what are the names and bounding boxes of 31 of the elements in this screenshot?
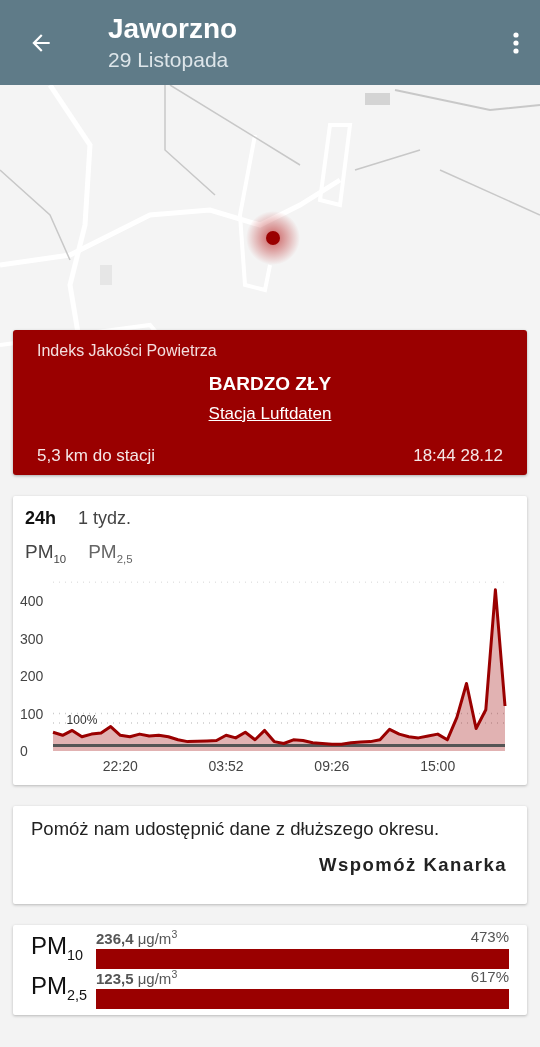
more-icon xyxy=(512,30,520,55)
screen-title: Jaworzno xyxy=(108,11,238,46)
pollutant-name: PM$_{10}$ xyxy=(31,932,84,965)
y-axis-label: 300 xyxy=(20,630,44,647)
x-axis-label: 09:26 xyxy=(314,757,350,774)
y-axis-label: 100 xyxy=(20,705,44,722)
x-axis-label: 22:20 xyxy=(102,757,138,774)
y-axis-label: 0 xyxy=(20,742,28,759)
location-marker-icon xyxy=(246,211,300,265)
norm-percent: 473% xyxy=(470,928,509,947)
index-heading: Indeks Jakości Powietrza xyxy=(37,342,217,360)
measurement-time: 18:44 28.12 xyxy=(413,446,503,466)
support-button[interactable]: Wspomóż Kanarka xyxy=(319,854,507,876)
screen-subtitle: 29 Listopada xyxy=(108,46,230,73)
pollutant-name: PM$_{2,5}$ xyxy=(31,972,88,1005)
x-axis-label: 03:52 xyxy=(208,757,244,774)
station-link[interactable]: Stacja Luftdaten xyxy=(208,404,332,424)
y-axis-label: 400 xyxy=(20,592,44,609)
range-tab[interactable]: 1 tydz. xyxy=(78,508,132,529)
concentration-value: 123,5 μg/m$^{3}$ xyxy=(96,968,178,987)
pollutant-tab[interactable]: PM$_{2,5}$ xyxy=(88,541,133,565)
air-quality-level: BARDZO ZŁY xyxy=(208,373,332,395)
limit-label: 100% xyxy=(66,713,98,728)
range-tab[interactable]: 24h xyxy=(25,508,57,529)
pollutant-tab[interactable]: PM$_{10}$ xyxy=(25,541,67,565)
station-distance: 5,3 km do stacji xyxy=(37,446,156,466)
concentration-value: 236,4 μg/m$^{3}$ xyxy=(96,928,178,947)
x-axis-label: 15:00 xyxy=(420,757,456,774)
norm-percent: 617% xyxy=(470,968,509,987)
y-axis-label: 200 xyxy=(20,667,44,684)
support-message: Pomóż nam udostępnić dane z dłuższego okresu. xyxy=(31,818,441,840)
